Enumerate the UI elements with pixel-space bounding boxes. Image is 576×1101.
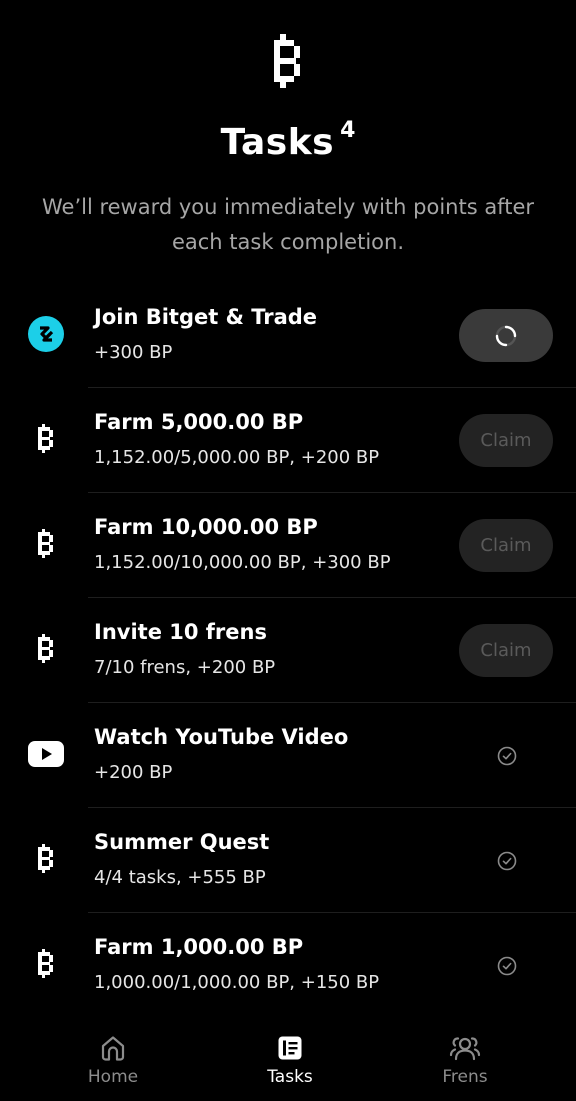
app-logo bbox=[0, 34, 576, 94]
bottom-nav: Home Tasks Frens bbox=[0, 1011, 576, 1101]
blum-icon bbox=[26, 419, 66, 459]
task-reward: +300 BP bbox=[94, 342, 173, 363]
nav-label-home: Home bbox=[87, 1067, 139, 1087]
frens-icon bbox=[449, 1037, 481, 1061]
task-item[interactable]: Farm 1,000.00 BP 1,000.00/1,000.00 BP, +… bbox=[0, 913, 576, 1018]
task-name: Farm 1,000.00 BP bbox=[94, 935, 304, 959]
home-icon bbox=[101, 1036, 125, 1061]
task-reward: 7/10 frens, +200 BP bbox=[94, 657, 276, 678]
blum-icon bbox=[26, 524, 66, 564]
task-name: Join Bitget & Trade bbox=[94, 305, 318, 329]
task-item[interactable]: Farm 10,000.00 BP 1,152.00/10,000.00 BP,… bbox=[0, 493, 576, 598]
task-item[interactable]: Watch YouTube Video +200 BP bbox=[0, 703, 576, 808]
task-item[interactable]: Summer Quest 4/4 tasks, +555 BP bbox=[0, 808, 576, 913]
task-item[interactable]: Join Bitget & Trade +300 BP bbox=[0, 283, 576, 388]
claim-button[interactable]: Claim bbox=[459, 519, 553, 572]
task-list: Join Bitget & Trade +300 BP Farm 5,000.0… bbox=[0, 283, 576, 1018]
blum-icon bbox=[26, 944, 66, 984]
blum-icon bbox=[26, 629, 66, 669]
task-reward: 1,152.00/10,000.00 BP, +300 BP bbox=[94, 552, 391, 573]
claim-button[interactable]: Claim bbox=[459, 624, 553, 677]
tasks-icon bbox=[278, 1036, 302, 1060]
nav-label-frens: Frens bbox=[442, 1067, 488, 1087]
nav-label-tasks: Tasks bbox=[267, 1067, 313, 1087]
task-reward: 4/4 tasks, +555 BP bbox=[94, 867, 266, 888]
task-item[interactable]: Invite 10 frens 7/10 frens, +200 BP Clai… bbox=[0, 598, 576, 703]
page-title-text: Tasks bbox=[220, 122, 335, 163]
check-circle-icon bbox=[497, 746, 517, 766]
task-count-badge: 4 bbox=[340, 118, 356, 143]
nav-item-tasks[interactable]: Tasks bbox=[230, 1033, 350, 1087]
blum-logo-icon bbox=[274, 34, 300, 88]
blum-icon bbox=[26, 839, 66, 879]
bitget-icon bbox=[26, 314, 66, 354]
task-item[interactable]: Farm 5,000.00 BP 1,152.00/5,000.00 BP, +… bbox=[0, 388, 576, 493]
task-name: Farm 10,000.00 BP bbox=[94, 515, 318, 539]
task-name: Invite 10 frens bbox=[94, 620, 267, 644]
page-subtitle: We’ll reward you immediately with points… bbox=[41, 195, 534, 254]
tasks-screen: Tasks 4 We’ll reward you immediately with… bbox=[0, 0, 576, 1101]
claim-button[interactable]: Claim bbox=[459, 414, 553, 467]
youtube-icon bbox=[26, 734, 66, 774]
loading-button[interactable] bbox=[459, 309, 553, 362]
task-name: Summer Quest bbox=[94, 830, 270, 854]
task-reward: 1,000.00/1,000.00 BP, +150 BP bbox=[94, 972, 380, 993]
task-name: Farm 5,000.00 BP bbox=[94, 410, 304, 434]
task-name: Watch YouTube Video bbox=[94, 725, 349, 749]
task-reward: 1,152.00/5,000.00 BP, +200 BP bbox=[94, 447, 380, 468]
page-title: Tasks 4 bbox=[0, 118, 576, 163]
check-circle-icon bbox=[497, 956, 517, 976]
nav-item-frens[interactable]: Frens bbox=[405, 1033, 525, 1087]
nav-item-home[interactable]: Home bbox=[53, 1033, 173, 1087]
task-reward: +200 BP bbox=[94, 762, 173, 783]
check-circle-icon bbox=[497, 851, 517, 871]
spinner-icon bbox=[495, 325, 517, 346]
